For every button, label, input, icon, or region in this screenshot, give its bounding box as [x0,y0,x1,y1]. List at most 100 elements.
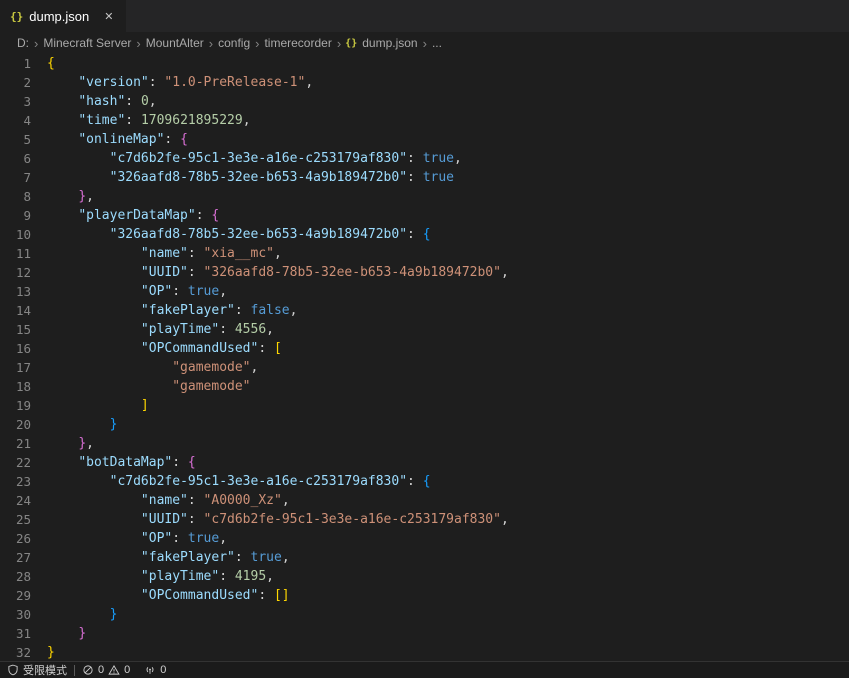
code-text[interactable]: "playTime": 4556, [47,320,274,339]
code-line[interactable]: 1{ [0,54,849,73]
code-text[interactable]: "playTime": 4195, [47,567,274,586]
code-editor[interactable]: 1{2 "version": "1.0-PreRelease-1",3 "has… [0,54,849,661]
line-number[interactable]: 2 [0,73,47,92]
line-number[interactable]: 28 [0,567,47,586]
line-number[interactable]: 13 [0,282,47,301]
breadcrumb-item-file[interactable]: dump.json [361,36,418,50]
code-line[interactable]: 10 "326aafd8-78b5-32ee-b653-4a9b189472b0… [0,225,849,244]
code-line[interactable]: 21 }, [0,434,849,453]
code-line[interactable]: 26 "OP": true, [0,529,849,548]
code-line[interactable]: 15 "playTime": 4556, [0,320,849,339]
code-line[interactable]: 2 "version": "1.0-PreRelease-1", [0,73,849,92]
code-text[interactable]: "time": 1709621895229, [47,111,251,130]
code-text[interactable]: } [47,624,86,643]
code-text[interactable]: } [47,605,117,624]
line-number[interactable]: 9 [0,206,47,225]
code-line[interactable]: 25 "UUID": "c7d6b2fe-95c1-3e3e-a16e-c253… [0,510,849,529]
breadcrumb-item-symbols[interactable]: ... [431,36,443,50]
code-line[interactable]: 30 } [0,605,849,624]
code-line[interactable]: 8 }, [0,187,849,206]
code-text[interactable]: "326aafd8-78b5-32ee-b653-4a9b189472b0": … [47,225,431,244]
code-line[interactable]: 13 "OP": true, [0,282,849,301]
line-number[interactable]: 11 [0,244,47,263]
code-text[interactable]: ] [47,396,149,415]
line-number[interactable]: 14 [0,301,47,320]
line-number[interactable]: 15 [0,320,47,339]
code-line[interactable]: 18 "gamemode" [0,377,849,396]
code-text[interactable]: } [47,415,117,434]
line-number[interactable]: 25 [0,510,47,529]
line-number[interactable]: 1 [0,54,47,73]
breadcrumb-item-timerecorder[interactable]: timerecorder [263,36,332,50]
code-text[interactable]: "UUID": "326aafd8-78b5-32ee-b653-4a9b189… [47,263,509,282]
code-line[interactable]: 29 "OPCommandUsed": [] [0,586,849,605]
line-number[interactable]: 19 [0,396,47,415]
code-line[interactable]: 12 "UUID": "326aafd8-78b5-32ee-b653-4a9b… [0,263,849,282]
line-number[interactable]: 12 [0,263,47,282]
ports-button[interactable]: 0 [137,662,173,678]
line-number[interactable]: 8 [0,187,47,206]
line-number[interactable]: 31 [0,624,47,643]
line-number[interactable]: 26 [0,529,47,548]
code-line[interactable]: 7 "326aafd8-78b5-32ee-b653-4a9b189472b0"… [0,168,849,187]
code-line[interactable]: 11 "name": "xia__mc", [0,244,849,263]
code-line[interactable]: 20 } [0,415,849,434]
code-line[interactable]: 27 "fakePlayer": true, [0,548,849,567]
code-text[interactable]: "OP": true, [47,282,227,301]
code-text[interactable]: "OPCommandUsed": [ [47,339,282,358]
code-text[interactable]: "botDataMap": { [47,453,196,472]
line-number[interactable]: 18 [0,377,47,396]
code-line[interactable]: 6 "c7d6b2fe-95c1-3e3e-a16e-c253179af830"… [0,149,849,168]
line-number[interactable]: 4 [0,111,47,130]
code-line[interactable]: 9 "playerDataMap": { [0,206,849,225]
code-line[interactable]: 31 } [0,624,849,643]
line-number[interactable]: 24 [0,491,47,510]
code-text[interactable]: "OPCommandUsed": [] [47,586,290,605]
code-text[interactable]: "fakePlayer": true, [47,548,290,567]
code-text[interactable]: "fakePlayer": false, [47,301,297,320]
close-tab-icon[interactable]: ✕ [101,9,116,24]
line-number[interactable]: 5 [0,130,47,149]
line-number[interactable]: 23 [0,472,47,491]
code-line[interactable]: 32} [0,643,849,661]
line-number[interactable]: 7 [0,168,47,187]
breadcrumb-item-minecraft-server[interactable]: Minecraft Server [42,36,132,50]
code-text[interactable]: "gamemode" [47,377,251,396]
code-text[interactable]: "c7d6b2fe-95c1-3e3e-a16e-c253179af830": … [47,472,431,491]
code-text[interactable]: { [47,54,55,73]
line-number[interactable]: 20 [0,415,47,434]
line-number[interactable]: 6 [0,149,47,168]
line-number[interactable]: 22 [0,453,47,472]
code-line[interactable]: 5 "onlineMap": { [0,130,849,149]
tab-dump-json[interactable]: {} dump.json ✕ [0,0,127,32]
code-text[interactable]: "326aafd8-78b5-32ee-b653-4a9b189472b0": … [47,168,454,187]
code-line[interactable]: 22 "botDataMap": { [0,453,849,472]
line-number[interactable]: 32 [0,643,47,661]
line-number[interactable]: 17 [0,358,47,377]
code-text[interactable]: "playerDataMap": { [47,206,219,225]
code-line[interactable]: 23 "c7d6b2fe-95c1-3e3e-a16e-c253179af830… [0,472,849,491]
code-text[interactable]: "hash": 0, [47,92,157,111]
code-text[interactable]: "onlineMap": { [47,130,188,149]
line-number[interactable]: 30 [0,605,47,624]
code-text[interactable]: "version": "1.0-PreRelease-1", [47,73,313,92]
line-number[interactable]: 10 [0,225,47,244]
code-line[interactable]: 3 "hash": 0, [0,92,849,111]
code-text[interactable]: } [47,643,55,661]
breadcrumb-item-config[interactable]: config [217,36,251,50]
code-text[interactable]: "UUID": "c7d6b2fe-95c1-3e3e-a16e-c253179… [47,510,509,529]
code-line[interactable]: 19 ] [0,396,849,415]
code-line[interactable]: 14 "fakePlayer": false, [0,301,849,320]
line-number[interactable]: 21 [0,434,47,453]
code-line[interactable]: 24 "name": "A0000_Xz", [0,491,849,510]
code-text[interactable]: "name": "A0000_Xz", [47,491,290,510]
code-line[interactable]: 28 "playTime": 4195, [0,567,849,586]
code-text[interactable]: }, [47,187,94,206]
code-text[interactable]: }, [47,434,94,453]
line-number[interactable]: 3 [0,92,47,111]
line-number[interactable]: 16 [0,339,47,358]
breadcrumb-item-mountalter[interactable]: MountAlter [145,36,205,50]
restricted-mode-button[interactable]: 受限模式 [0,662,74,678]
code-text[interactable]: "gamemode", [47,358,258,377]
code-line[interactable]: 16 "OPCommandUsed": [ [0,339,849,358]
